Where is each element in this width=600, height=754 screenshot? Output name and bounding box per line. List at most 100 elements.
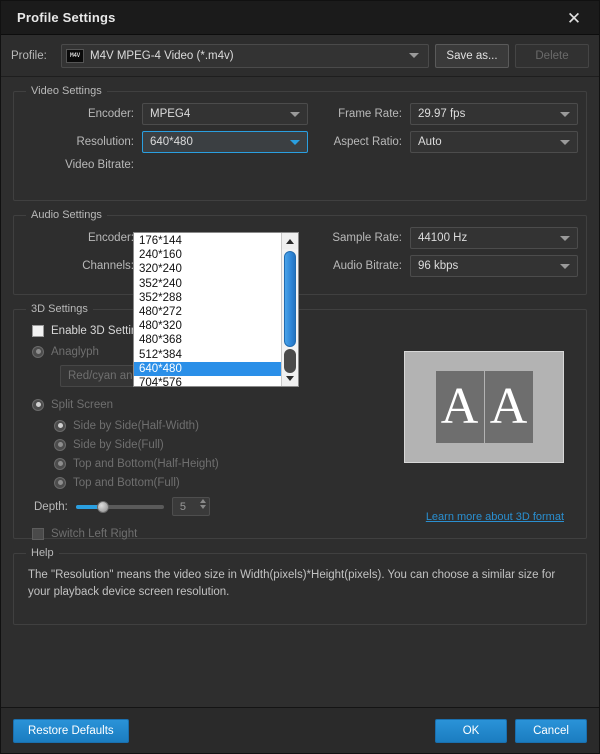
video-encoder-label: Encoder:: [87, 108, 134, 120]
3d-settings-legend: 3D Settings: [31, 303, 88, 315]
help-text: The "Resolution" means the video size in…: [28, 569, 556, 598]
scrollbar-thumb[interactable]: [283, 251, 296, 347]
3d-settings-group: 3D Settings Enable 3D Settings Anaglyph …: [13, 303, 587, 540]
m4v-format-icon: M4V: [66, 48, 84, 63]
chevron-down-icon: [560, 235, 570, 241]
dropdown-option[interactable]: 352*288: [134, 291, 281, 305]
stepper-arrows[interactable]: [199, 499, 206, 509]
aspect-ratio-select[interactable]: Auto: [410, 131, 578, 153]
aspect-ratio-value: Auto: [418, 136, 442, 148]
split-option-row: Top and Bottom(Full): [54, 473, 578, 492]
dropdown-option[interactable]: 176*144: [134, 234, 281, 248]
profile-select[interactable]: M4V M4V MPEG-4 Video (*.m4v): [61, 43, 429, 68]
video-encoder-select[interactable]: MPEG4: [142, 103, 308, 125]
switch-left-right-checkbox-row: Switch Left Right: [32, 524, 578, 543]
split-option-label: Side by Side(Full): [73, 438, 164, 451]
chevron-down-icon: [560, 139, 570, 145]
scrollbar-track[interactable]: [281, 249, 298, 373]
dropdown-option[interactable]: 480*272: [134, 305, 281, 319]
m4v-format-icon-text: M4V: [70, 52, 80, 59]
triangle-down-icon[interactable]: [199, 505, 206, 509]
audio-settings-legend: Audio Settings: [31, 209, 102, 221]
anaglyph-label: Anaglyph: [51, 345, 99, 358]
depth-label: Depth:: [34, 500, 68, 513]
dropdown-option[interactable]: 704*576: [134, 376, 281, 386]
split-screen-label: Split Screen: [51, 398, 114, 411]
triangle-up-icon[interactable]: [199, 499, 206, 503]
depth-slider[interactable]: [75, 500, 164, 514]
aspect-ratio-label: Aspect Ratio:: [333, 136, 402, 148]
learn-more-3d-link[interactable]: Learn more about 3D format: [426, 511, 564, 523]
video-encoder-value: MPEG4: [150, 108, 191, 120]
ok-button[interactable]: OK: [435, 718, 507, 743]
depth-stepper[interactable]: 5: [171, 497, 210, 516]
dropdown-option[interactable]: 480*320: [134, 319, 281, 333]
close-icon[interactable]: ✕: [557, 4, 591, 32]
resolution-value: 640*480: [150, 136, 193, 148]
dialog-footer: Restore Defaults OK Cancel: [1, 707, 599, 753]
dropdown-option[interactable]: 512*384: [134, 348, 281, 362]
profile-bar: Profile: M4V M4V MPEG-4 Video (*.m4v) Sa…: [1, 35, 599, 77]
dropdown-option[interactable]: 352*240: [134, 277, 281, 291]
chevron-down-icon: [290, 111, 300, 117]
chevron-down-icon: [409, 53, 419, 58]
video-settings-group: Video Settings Encoder: MPEG4 Resolution…: [13, 85, 587, 201]
frame-rate-label: Frame Rate:: [338, 108, 402, 120]
split-option-label: Side by Side(Half-Width): [73, 419, 199, 432]
resolution-label: Resolution:: [76, 136, 134, 148]
profile-select-value: M4V MPEG-4 Video (*.m4v): [90, 49, 234, 62]
video-bitrate-label: Video Bitrate:: [65, 159, 134, 171]
chevron-down-icon: [290, 139, 300, 145]
profile-settings-dialog: Profile Settings ✕ Profile: M4V M4V MPEG…: [0, 0, 600, 754]
save-as-button[interactable]: Save as...: [435, 43, 509, 68]
sample-rate-select[interactable]: 44100 Hz: [410, 227, 578, 249]
audio-settings-group: Audio Settings Encoder: Channels: Sample…: [13, 209, 587, 295]
resolution-dropdown-items: 176*144 240*160 320*240 352*240 352*288 …: [134, 233, 281, 386]
audio-bitrate-select[interactable]: 96 kbps: [410, 255, 578, 277]
title-bar: Profile Settings ✕: [1, 1, 599, 35]
sample-rate-label: Sample Rate:: [332, 232, 402, 244]
scroll-up-button[interactable]: [281, 233, 298, 249]
dropdown-option-selected[interactable]: 640*480: [134, 361, 281, 376]
checkbox-icon[interactable]: [32, 324, 44, 337]
radio-icon: [54, 419, 66, 432]
preview-left-letter: A: [435, 371, 484, 443]
depth-value: 5: [179, 500, 187, 513]
dropdown-option[interactable]: 240*160: [134, 248, 281, 262]
frame-rate-select[interactable]: 29.97 fps: [410, 103, 578, 125]
cancel-button[interactable]: Cancel: [515, 718, 587, 743]
depth-slider-handle[interactable]: [96, 500, 109, 513]
sample-rate-value: 44100 Hz: [418, 232, 468, 244]
preview-right-letter: A: [484, 371, 533, 443]
window-title: Profile Settings: [17, 10, 116, 25]
split-option-label: Top and Bottom(Half-Height): [73, 457, 219, 470]
radio-icon: [54, 476, 66, 489]
dropdown-option[interactable]: 320*240: [134, 262, 281, 276]
chevron-down-icon: [560, 263, 570, 269]
dropdown-scrollbar[interactable]: [281, 233, 298, 386]
radio-icon: [54, 438, 66, 451]
video-settings-legend: Video Settings: [31, 85, 102, 97]
dialog-body: Video Settings Encoder: MPEG4 Resolution…: [1, 77, 599, 707]
audio-bitrate-label: Audio Bitrate:: [332, 260, 402, 272]
enable-3d-settings-checkbox-row[interactable]: Enable 3D Settings: [32, 321, 578, 340]
help-legend: Help: [31, 547, 54, 559]
audio-encoder-label: Encoder:: [87, 232, 134, 244]
chevron-down-icon: [560, 111, 570, 117]
radio-icon: [54, 457, 66, 470]
resolution-dropdown-list[interactable]: 176*144 240*160 320*240 352*240 352*288 …: [133, 232, 299, 387]
audio-bitrate-value: 96 kbps: [418, 260, 459, 272]
channels-label: Channels:: [82, 260, 134, 272]
resolution-select[interactable]: 640*480: [142, 131, 308, 153]
profile-label: Profile:: [11, 49, 47, 62]
radio-icon: [32, 345, 44, 358]
frame-rate-value: 29.97 fps: [418, 108, 466, 120]
delete-button: Delete: [515, 43, 589, 68]
triangle-down-icon: [286, 375, 294, 381]
switch-left-right-label: Switch Left Right: [51, 527, 138, 540]
restore-defaults-button[interactable]: Restore Defaults: [13, 718, 129, 743]
radio-icon: [32, 398, 44, 411]
scrollbar-thumb-tail: [283, 349, 296, 373]
dropdown-option[interactable]: 480*368: [134, 333, 281, 347]
triangle-up-icon: [286, 238, 294, 244]
